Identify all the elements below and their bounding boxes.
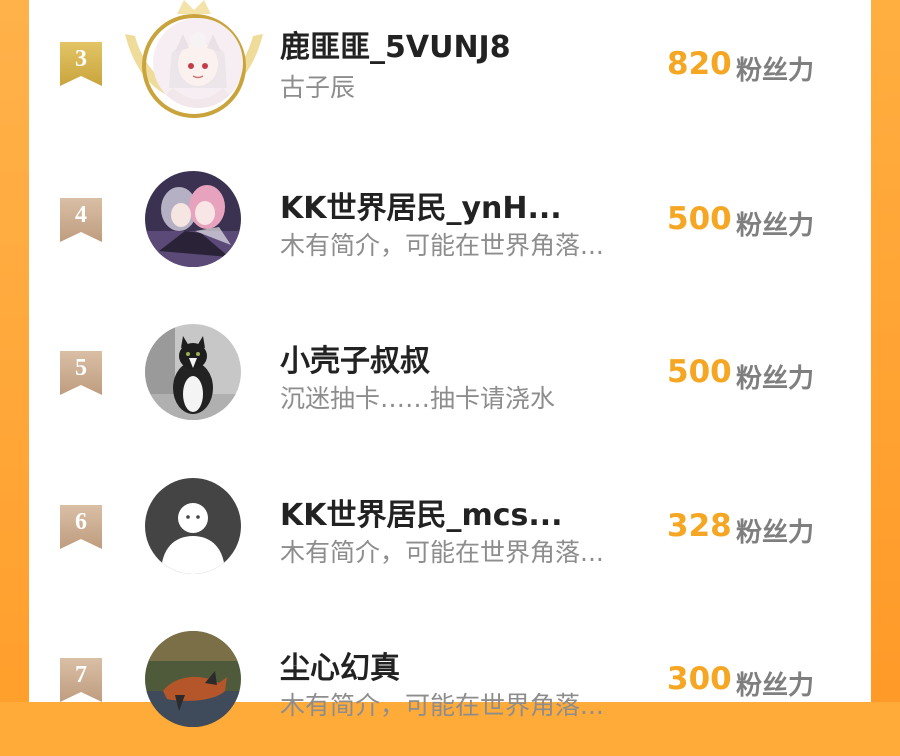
fan-power-score: 820 (667, 46, 732, 82)
ranking-row[interactable]: 7 尘心幻真 木有简介，可能在世界角落... 300 粉丝力 (29, 603, 871, 756)
user-name[interactable]: 小壳子叔叔 (280, 336, 430, 380)
fan-power-unit: 粉丝力 (736, 56, 815, 86)
user-name[interactable]: KK世界居民_mcs... (280, 490, 563, 534)
fan-power-unit: 粉丝力 (736, 211, 815, 241)
rank-badge: 3 (60, 42, 102, 86)
page-border-right (871, 0, 900, 702)
fan-power-unit: 粉丝力 (736, 364, 815, 394)
user-name[interactable]: 尘心幻真 (280, 643, 400, 687)
rank-number: 4 (75, 202, 87, 228)
user-bio: 古子辰 (280, 73, 356, 102)
ranking-row[interactable]: 3 鹿匪匪_5VUNJ8 古子辰 820 粉丝力 (29, 0, 871, 143)
rank-badge: 5 (60, 351, 102, 395)
cat-photo-avatar-icon (145, 324, 241, 420)
user-name[interactable]: KK世界居民_ynH... (280, 183, 562, 227)
user-avatar[interactable] (145, 171, 241, 267)
fan-power-score: 300 (667, 661, 732, 697)
fan-power-score: 500 (667, 201, 732, 237)
user-avatar[interactable] (145, 324, 241, 420)
fan-power-unit: 粉丝力 (736, 518, 815, 548)
user-bio: 木有简介，可能在世界角落... (280, 538, 604, 567)
page-border-left (0, 0, 29, 702)
fan-power-score: 500 (667, 354, 732, 390)
user-avatar[interactable] (145, 478, 241, 574)
rank-badge: 7 (60, 658, 102, 702)
anime-duo-avatar-icon (145, 171, 241, 267)
ranking-row[interactable]: 4 KK世界居民_ynH... 木有简介，可能在世界角落... 500 粉丝力 (29, 143, 871, 296)
rank-number: 3 (75, 46, 87, 72)
user-bio: 木有简介，可能在世界角落... (280, 231, 604, 260)
rank-number: 7 (75, 662, 87, 688)
ranking-row[interactable]: 6 KK世界居民_mcs... 木有简介，可能在世界角落... 328 粉丝力 (29, 450, 871, 603)
user-avatar[interactable] (145, 631, 241, 727)
user-bio: 沉迷抽卡……抽卡请浇水 (280, 384, 556, 413)
user-bio: 木有简介，可能在世界角落... (280, 691, 604, 720)
fox-photo-avatar-icon (145, 631, 241, 727)
rank-badge: 4 (60, 198, 102, 242)
rank-number: 5 (75, 355, 87, 381)
ranking-row[interactable]: 5 小壳子叔叔 沉迷抽卡……抽卡请浇水 500 粉丝力 (29, 296, 871, 449)
fan-power-unit: 粉丝力 (736, 671, 815, 701)
user-name[interactable]: 鹿匪匪_5VUNJ8 (280, 22, 511, 66)
user-avatar[interactable] (153, 18, 243, 108)
rank-badge: 6 (60, 505, 102, 549)
rank-number: 6 (75, 509, 87, 535)
default-user-avatar-icon (145, 478, 241, 574)
fan-power-score: 328 (667, 508, 732, 544)
anime-character-avatar-icon (153, 18, 243, 108)
